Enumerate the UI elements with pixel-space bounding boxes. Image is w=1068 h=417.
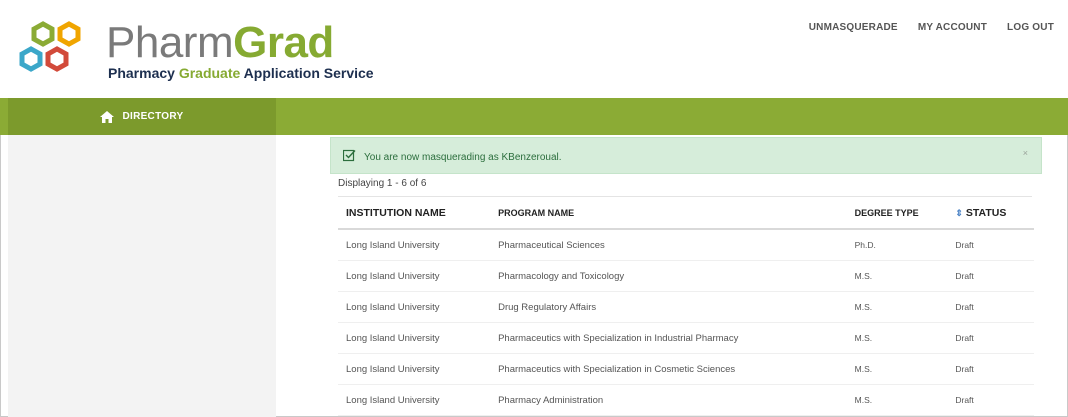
column-header-institution[interactable]: INSTITUTION NAME [338, 197, 491, 230]
unmasquerade-link[interactable]: UNMASQUERADE [809, 22, 898, 33]
program-cell: Drug Regulatory Affairs [490, 291, 847, 323]
status-cell: Draft [947, 322, 1034, 354]
institution-cell: Long Island University [338, 291, 491, 323]
sidebar [8, 135, 276, 417]
institution-cell: Long Island University [338, 229, 491, 261]
table-header-row: INSTITUTION NAME PROGRAM NAME DEGREE TYP… [338, 197, 1034, 230]
degree-cell: M.S. [846, 322, 948, 354]
status-cell: Draft [947, 260, 1034, 292]
alert-message: You are now masquerading as KBenzeroual. [364, 152, 562, 163]
program-cell: Pharmaceutical Sciences [490, 229, 847, 261]
column-header-degree-type[interactable]: DEGREE TYPE [846, 197, 948, 230]
tagline-part1: Pharmacy [108, 65, 179, 81]
brand-tagline: Pharmacy Graduate Application Service [108, 65, 374, 81]
column-header-status[interactable]: ⇕ STATUS [947, 197, 1034, 230]
program-cell: Pharmaceutics with Specialization in Ind… [490, 322, 847, 354]
top-nav: UNMASQUERADE MY ACCOUNT LOG OUT [809, 22, 1054, 33]
log-out-link[interactable]: LOG OUT [1007, 22, 1054, 33]
institution-cell: Long Island University [338, 384, 491, 416]
table-row[interactable]: Long Island University Pharmaceutics wit… [338, 322, 1034, 354]
status-cell: Draft [947, 384, 1034, 416]
sort-icon: ⇕ [955, 207, 963, 218]
column-header-program[interactable]: PROGRAM NAME [490, 197, 847, 230]
degree-cell: M.S. [846, 260, 948, 292]
degree-cell: Ph.D. [846, 229, 948, 261]
directory-tab[interactable]: DIRECTORY [8, 98, 276, 135]
institution-cell: Long Island University [338, 353, 491, 385]
tagline-part3: Application Service [240, 65, 374, 81]
my-account-link[interactable]: MY ACCOUNT [918, 22, 987, 33]
program-cell: Pharmacology and Toxicology [490, 260, 847, 292]
status-header-label: STATUS [965, 206, 1007, 219]
pharmgrad-logo[interactable]: PharmGrad Pharmacy Graduate Application … [14, 16, 374, 86]
checkbox-check-icon [343, 149, 356, 162]
institution-cell: Long Island University [338, 322, 491, 354]
institution-cell: Long Island University [338, 260, 491, 292]
status-cell: Draft [947, 229, 1034, 261]
tagline-part2: Graduate [178, 65, 241, 81]
brand-name: PharmGrad [106, 18, 334, 68]
table-row[interactable]: Long Island University Drug Regulatory A… [338, 291, 1034, 323]
hexagon-logo-icon [19, 21, 81, 72]
program-cell: Pharmacy Administration [490, 384, 847, 416]
status-cell: Draft [947, 353, 1034, 385]
results-table: INSTITUTION NAME PROGRAM NAME DEGREE TYP… [338, 197, 1034, 416]
masquerade-alert: You are now masquerading as KBenzeroual.… [330, 137, 1042, 174]
header: PharmGrad Pharmacy Graduate Application … [0, 0, 1068, 98]
program-cell: Pharmaceutics with Specialization in Cos… [490, 353, 847, 385]
degree-cell: M.S. [846, 291, 948, 323]
alert-close-button[interactable]: × [1023, 148, 1028, 158]
status-cell: Draft [947, 291, 1034, 323]
directory-label: DIRECTORY [122, 111, 184, 122]
table-row[interactable]: Long Island University Pharmacy Administ… [338, 384, 1034, 416]
table-row[interactable]: Long Island University Pharmaceutical Sc… [338, 229, 1034, 261]
table-row[interactable]: Long Island University Pharmacology and … [338, 260, 1034, 292]
degree-cell: M.S. [846, 353, 948, 385]
table-row[interactable]: Long Island University Pharmaceutics wit… [338, 353, 1034, 385]
results-summary: Displaying 1 - 6 of 6 [338, 178, 427, 189]
home-icon [100, 110, 115, 123]
brand-name-part1: Pharm [106, 18, 234, 67]
degree-cell: M.S. [846, 384, 948, 416]
brand-name-part2: Grad [233, 18, 334, 67]
